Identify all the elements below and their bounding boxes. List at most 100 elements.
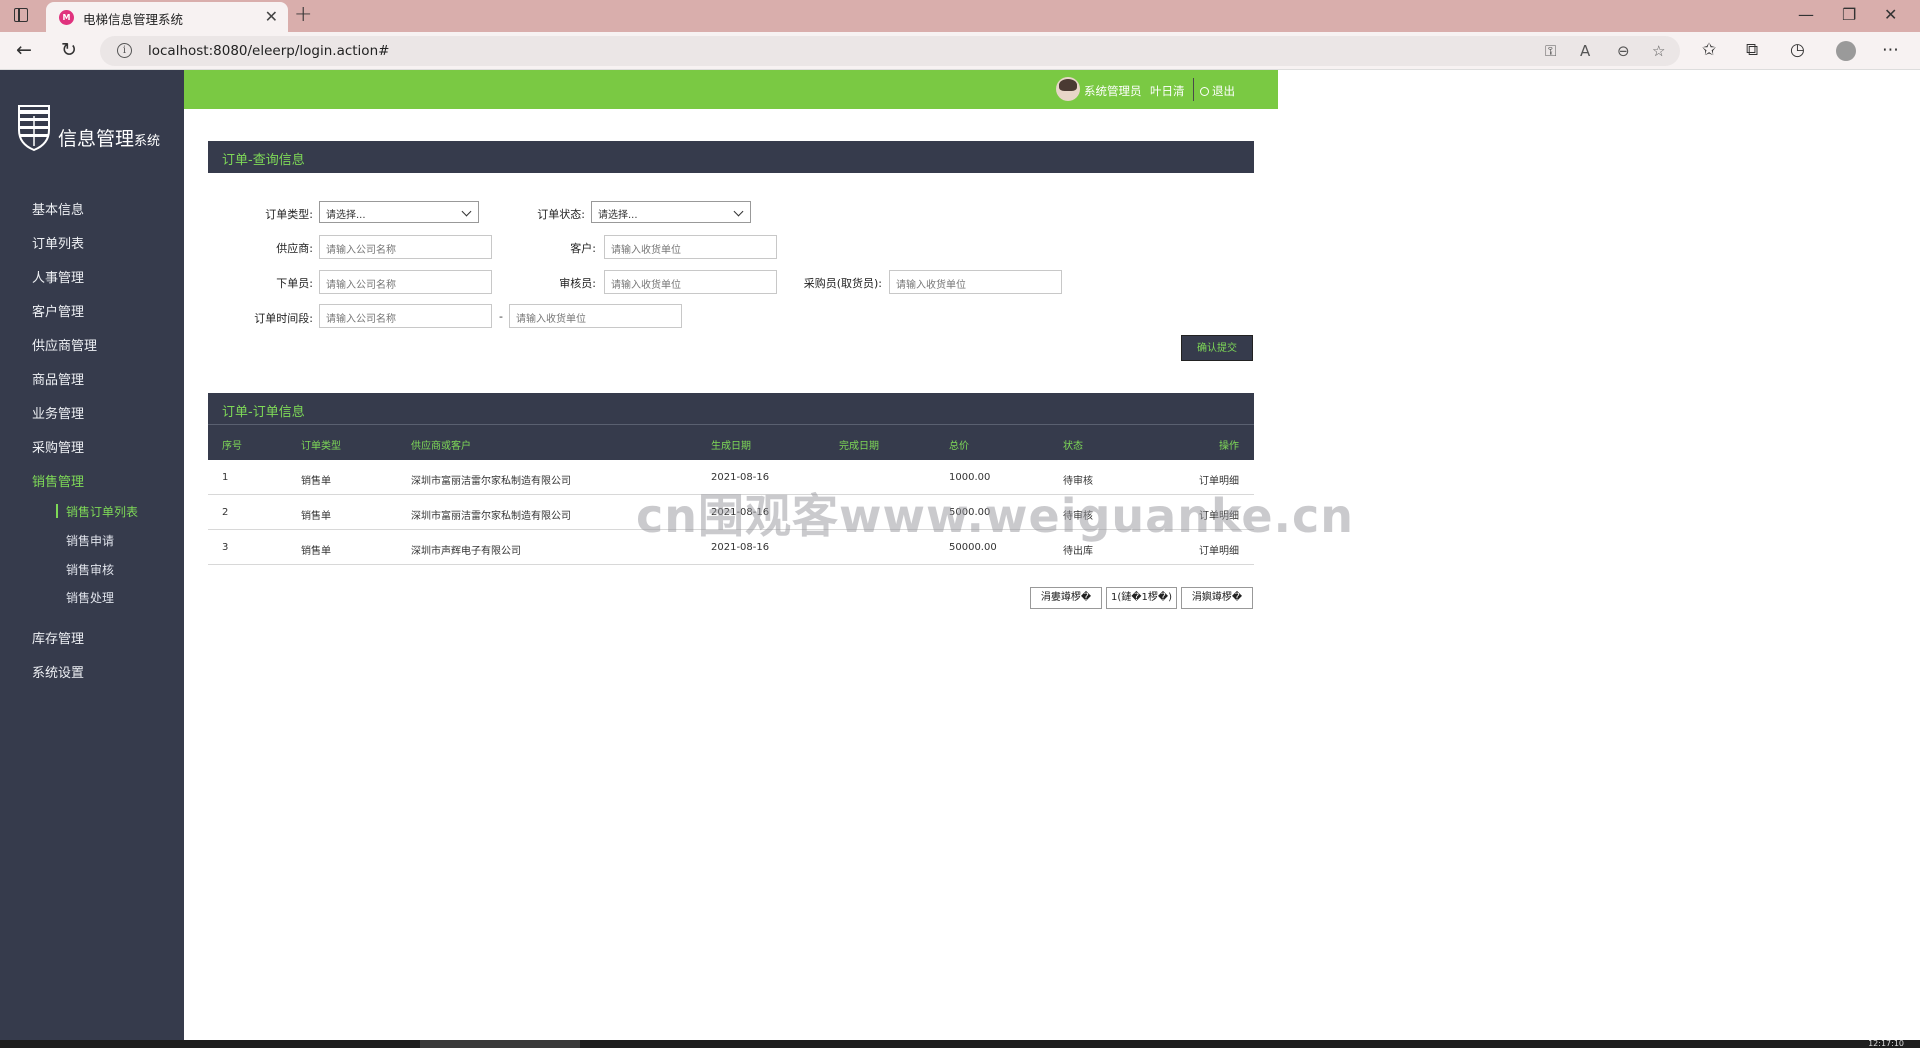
table-header: 序号 订单类型 供应商或客户 生成日期 完成日期 总价 状态 操作 — [208, 424, 1254, 460]
sidebar-item-products[interactable]: 商品管理 — [32, 369, 84, 388]
col-status: 状态 — [1063, 441, 1083, 452]
app-logo: 信息管理系统 — [14, 102, 174, 154]
order-status-select[interactable]: 请选择... — [591, 201, 751, 223]
cell-party: 深圳市富丽洁雷尔家私制造有限公司 — [411, 476, 571, 487]
sidebar-subitem-sales-request[interactable]: 销售申请 — [66, 532, 114, 549]
cell-type: 销售单 — [301, 546, 331, 557]
read-aloud-icon[interactable]: A — [1580, 42, 1590, 60]
browser-toolbar: ← ↻ i localhost:8080/eleerp/login.action… — [0, 32, 1920, 70]
buyer-label: 采购员(取货员): — [803, 277, 882, 290]
logout-link[interactable]: 退出 — [1200, 83, 1235, 99]
taskbar: 12:17:10 — [0, 1040, 1920, 1048]
site-favicon-icon: M — [59, 10, 74, 25]
logo-badge-icon — [18, 105, 50, 152]
sidebar-item-order-list[interactable]: 订单列表 — [32, 233, 84, 252]
supplier-label: 供应商: — [276, 242, 313, 255]
sidebar-item-customers[interactable]: 客户管理 — [32, 301, 84, 320]
sidebar-item-purchasing[interactable]: 采购管理 — [32, 437, 84, 456]
customer-label: 客户: — [570, 242, 596, 255]
topbar-divider — [1193, 78, 1194, 101]
supplier-input[interactable]: 请输入公司名称 — [319, 235, 492, 259]
user-role: 系统管理员 — [1084, 84, 1142, 98]
col-finished: 完成日期 — [839, 441, 879, 452]
order-type-label: 订单类型: — [265, 208, 313, 221]
taskbar-app[interactable] — [420, 1040, 580, 1048]
sidebar: 信息管理系统 基本信息 订单列表 人事管理 客户管理 供应商管理 商品管理 业务… — [0, 70, 184, 1040]
tab-close-icon[interactable]: ✕ — [265, 7, 278, 26]
close-window-icon[interactable]: ✕ — [1884, 5, 1897, 24]
sidebar-subitem-sales-review[interactable]: 销售审核 — [66, 561, 114, 578]
col-action: 操作 — [1219, 441, 1239, 452]
address-bar[interactable]: i localhost:8080/eleerp/login.action# ⚿ … — [100, 36, 1680, 66]
browser-tab-strip: M 电梯信息管理系统 ✕ + — ❐ ✕ — [0, 0, 1920, 32]
key-icon[interactable]: ⚿ — [1545, 42, 1556, 60]
taskbar-clock: 12:17:10 — [1868, 1039, 1904, 1048]
query-panel-title: 订单-查询信息 — [222, 153, 305, 168]
submit-button[interactable]: 确认提交 — [1181, 335, 1253, 361]
top-bar: 系统管理员 叶日清 退出 — [184, 70, 1278, 109]
sidebar-item-basic-info[interactable]: 基本信息 — [32, 199, 84, 218]
tab-title: 电梯信息管理系统 — [83, 12, 184, 27]
zoom-out-icon[interactable]: ⊖ — [1617, 42, 1630, 60]
orders-panel-header: 订单-订单信息 — [208, 393, 1254, 425]
col-no: 序号 — [222, 441, 242, 452]
sidebar-item-business[interactable]: 业务管理 — [32, 403, 84, 422]
sidebar-item-settings[interactable]: 系统设置 — [32, 662, 84, 681]
prev-page-button[interactable]: 涓婁竴椤� — [1030, 587, 1102, 609]
sidebar-item-hr[interactable]: 人事管理 — [32, 267, 84, 286]
cell-no: 1 — [222, 472, 229, 483]
browser-tab-active[interactable]: M 电梯信息管理系统 ✕ — [46, 2, 288, 32]
period-start-input[interactable]: 请输入公司名称 — [319, 304, 492, 328]
col-type: 订单类型 — [301, 441, 341, 452]
profile-avatar-icon[interactable] — [1836, 41, 1856, 61]
tab-actions-icon[interactable] — [14, 8, 28, 22]
restore-icon[interactable]: ❐ — [1842, 5, 1856, 24]
orders-panel-title: 订单-订单信息 — [222, 405, 305, 420]
col-total: 总价 — [949, 441, 969, 452]
user-name[interactable]: 叶日清 — [1150, 83, 1185, 99]
new-tab-icon[interactable]: + — [294, 2, 312, 27]
history-icon[interactable]: ◷ — [1790, 40, 1805, 60]
query-panel-header: 订单-查询信息 — [208, 141, 1254, 173]
cell-party: 深圳市声辉电子有限公司 — [411, 546, 521, 557]
minimize-icon[interactable]: — — [1798, 5, 1814, 24]
back-icon[interactable]: ← — [16, 39, 32, 61]
cell-type: 销售单 — [301, 476, 331, 487]
customer-input[interactable]: 请输入收货单位 — [604, 235, 777, 259]
site-info-icon[interactable]: i — [117, 43, 132, 58]
power-icon — [1200, 87, 1209, 96]
reviewer-input[interactable]: 请输入收货单位 — [604, 270, 777, 294]
next-page-button[interactable]: 涓嬩竴椤� — [1181, 587, 1253, 609]
order-type-select[interactable]: 请选择... — [319, 201, 479, 223]
order-status-label: 订单状态: — [537, 208, 585, 221]
refresh-icon[interactable]: ↻ — [61, 39, 77, 61]
cell-type: 销售单 — [301, 511, 331, 522]
reviewer-label: 审核员: — [559, 277, 596, 290]
user-avatar[interactable] — [1056, 77, 1080, 101]
more-menu-icon[interactable]: ⋯ — [1882, 40, 1899, 60]
favorites-icon[interactable]: ✩ — [1702, 40, 1716, 60]
logo-text: 信息管理系统 — [58, 128, 161, 150]
url-text[interactable]: localhost:8080/eleerp/login.action# — [148, 43, 389, 59]
collections-icon[interactable]: ⧉ — [1746, 40, 1758, 60]
sidebar-item-sales[interactable]: 销售管理 — [32, 471, 84, 490]
orderer-input[interactable]: 请输入公司名称 — [319, 270, 492, 294]
buyer-input[interactable]: 请输入收货单位 — [889, 270, 1062, 294]
current-page-button[interactable]: 1(鏈�1椤�) — [1106, 587, 1177, 609]
period-end-input[interactable]: 请输入收货单位 — [509, 304, 682, 328]
cell-party: 深圳市富丽洁雷尔家私制造有限公司 — [411, 511, 571, 522]
col-party: 供应商或客户 — [411, 441, 471, 452]
col-created: 生成日期 — [711, 441, 751, 452]
sidebar-item-inventory[interactable]: 库存管理 — [32, 628, 84, 647]
add-favorite-icon[interactable]: ☆ — [1652, 42, 1665, 60]
period-label: 订单时间段: — [254, 312, 313, 325]
cell-no: 2 — [222, 507, 229, 518]
period-separator: - — [499, 310, 503, 323]
sidebar-subitem-sales-order-list[interactable]: 销售订单列表 — [55, 503, 138, 520]
sidebar-item-suppliers[interactable]: 供应商管理 — [32, 335, 97, 354]
sidebar-subitem-sales-processing[interactable]: 销售处理 — [66, 589, 114, 606]
cell-no: 3 — [222, 542, 229, 553]
watermark: cn围观客www.weiguanke.cn — [636, 489, 1355, 543]
orderer-label: 下单员: — [276, 277, 313, 290]
web-page: 信息管理系统 基本信息 订单列表 人事管理 客户管理 供应商管理 商品管理 业务… — [0, 70, 1920, 1040]
